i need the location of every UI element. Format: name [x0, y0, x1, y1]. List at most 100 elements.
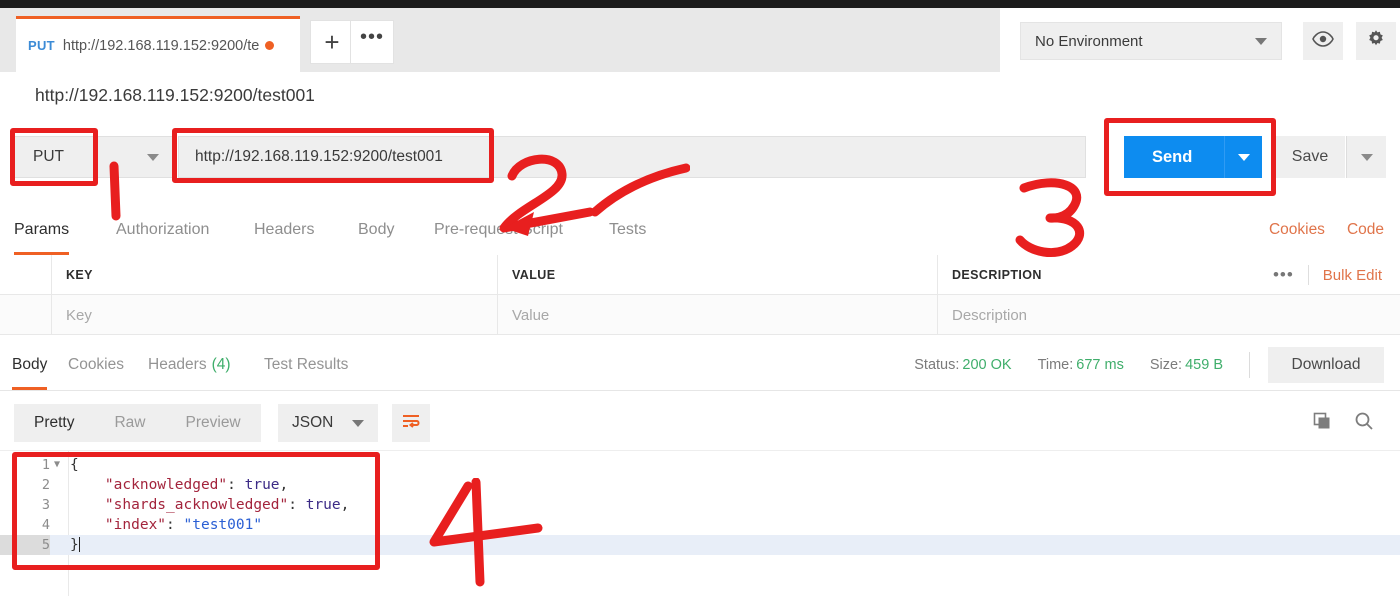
chevron-down-icon — [352, 419, 364, 427]
line-text: { — [70, 457, 79, 473]
word-wrap-button[interactable] — [392, 404, 430, 442]
environment-label: No Environment — [1035, 32, 1143, 50]
format-pretty[interactable]: Pretty — [14, 404, 94, 442]
response-tab-test-results[interactable]: Test Results — [264, 340, 348, 390]
params-header-row: KEY VALUE DESCRIPTION ••• Bulk Edit — [0, 255, 1400, 295]
line-text: "shards_acknowledged": true, — [104, 497, 350, 513]
params-more-button[interactable]: ••• — [1273, 265, 1309, 285]
response-format-toolbar: Pretty Raw Preview JSON — [0, 398, 1400, 450]
code-line: 1 ▼ { — [0, 455, 1400, 475]
format-raw[interactable]: Raw — [94, 404, 165, 442]
tab-pre-request-script[interactable]: Pre-request Script — [434, 205, 563, 255]
tab-url-label: http://192.168.119.152:9200/tes — [62, 37, 259, 54]
headers-count: (4) — [211, 356, 231, 373]
select-all-cell — [0, 255, 52, 295]
line-text: "index": "test001" — [104, 517, 263, 533]
send-label: Send — [1152, 147, 1193, 166]
cookies-link[interactable]: Cookies — [1269, 221, 1325, 239]
request-tab[interactable]: PUT http://192.168.119.152:9200/tes — [16, 16, 300, 72]
status-badge: Status: 200 OK — [914, 357, 1012, 373]
tab-body[interactable]: Body — [358, 205, 394, 255]
tab-params[interactable]: Params — [14, 205, 70, 255]
response-tabs: Body Cookies Headers (4) Test Results St… — [0, 340, 1400, 391]
send-button[interactable]: Send — [1124, 136, 1262, 178]
language-label: JSON — [292, 414, 334, 431]
environment-bar: No Environment — [1000, 8, 1400, 73]
response-code: 1 ▼ { 2 "acknowledged": true, 3 "shards_… — [0, 455, 1400, 555]
response-tools — [1312, 404, 1374, 442]
word-wrap-icon — [401, 413, 421, 434]
line-number: 1 — [41, 457, 50, 473]
gear-icon — [1366, 29, 1386, 54]
tab-authorization[interactable]: Authorization — [116, 205, 209, 255]
code-line: 3 "shards_acknowledged": true, — [0, 495, 1400, 515]
code-line: 2 "acknowledged": true, — [0, 475, 1400, 495]
settings-button[interactable] — [1356, 22, 1396, 60]
unsaved-changes-dot — [264, 41, 274, 50]
code-line: 4 "index": "test001" — [0, 515, 1400, 535]
environment-selector[interactable]: No Environment — [1020, 22, 1282, 60]
copy-icon — [1312, 411, 1332, 436]
method-dropdown[interactable]: PUT — [14, 136, 176, 178]
code-line: 5 } — [0, 535, 1400, 555]
response-tab-headers[interactable]: Headers (4) — [148, 340, 231, 390]
line-number: 5 — [0, 535, 50, 555]
request-section-tabs: Params Authorization Headers Body Pre-re… — [0, 205, 1400, 256]
fold-caret-icon[interactable]: ▼ — [54, 455, 60, 475]
request-tab-bar: PUT http://192.168.119.152:9200/tes + ••… — [0, 8, 1000, 73]
window-title-strip — [0, 0, 1400, 8]
params-input-row: Key Value Description — [0, 295, 1400, 335]
bulk-edit-link[interactable]: Bulk Edit — [1323, 267, 1382, 284]
column-header-description: DESCRIPTION ••• Bulk Edit — [938, 255, 1400, 295]
response-tab-body[interactable]: Body — [12, 340, 48, 390]
tab-headers[interactable]: Headers — [254, 205, 314, 255]
line-number: 2 — [41, 477, 50, 493]
request-title-bar: http://192.168.119.152:9200/test001 — [0, 72, 1400, 120]
save-button[interactable]: Save — [1275, 136, 1345, 178]
page-title: http://192.168.119.152:9200/test001 — [35, 85, 315, 105]
url-input[interactable]: http://192.168.119.152:9200/test001 — [178, 136, 1086, 178]
row-checkbox-cell[interactable] — [0, 295, 52, 335]
code-link[interactable]: Code — [1347, 221, 1384, 239]
new-tab-button[interactable]: + — [310, 20, 354, 64]
copy-button[interactable] — [1312, 411, 1332, 436]
chevron-down-icon — [147, 153, 159, 161]
request-links: Cookies Code — [1269, 205, 1384, 255]
params-table: KEY VALUE DESCRIPTION ••• Bulk Edit Key … — [0, 255, 1400, 335]
params-actions: ••• Bulk Edit — [1273, 255, 1400, 295]
postman-window: PUT http://192.168.119.152:9200/tes + ••… — [0, 0, 1400, 596]
line-text: "acknowledged": true, — [104, 477, 289, 493]
tab-tests[interactable]: Tests — [609, 205, 646, 255]
chevron-down-icon — [1255, 37, 1267, 45]
line-number: 4 — [41, 517, 50, 533]
response-meta: Status: 200 OK Time: 677 ms Size: 459 B Dow… — [914, 340, 1384, 390]
chevron-down-icon — [1237, 153, 1250, 161]
eye-icon — [1312, 30, 1334, 52]
format-preview[interactable]: Preview — [166, 404, 261, 442]
method-label: PUT — [33, 148, 64, 165]
url-row: PUT http://192.168.119.152:9200/test001 … — [0, 119, 1400, 205]
send-options-button[interactable] — [1224, 136, 1262, 178]
search-icon — [1354, 411, 1374, 436]
save-label: Save — [1291, 148, 1329, 165]
tab-options-button[interactable]: ••• — [350, 20, 394, 64]
search-button[interactable] — [1354, 411, 1374, 436]
url-value: http://192.168.119.152:9200/test001 — [195, 148, 443, 165]
environment-quick-look-button[interactable] — [1303, 22, 1343, 60]
download-button[interactable]: Download — [1268, 347, 1384, 383]
line-number: 3 — [41, 497, 50, 513]
time-badge: Time: 677 ms — [1037, 357, 1124, 373]
language-selector[interactable]: JSON — [278, 404, 378, 442]
save-options-button[interactable] — [1346, 136, 1386, 178]
response-body-editor[interactable]: 1 ▼ { 2 "acknowledged": true, 3 "shards_… — [0, 450, 1400, 596]
divider — [1249, 352, 1250, 378]
response-tab-cookies[interactable]: Cookies — [68, 340, 124, 390]
size-badge: Size: 459 B — [1149, 357, 1223, 373]
column-header-key: KEY — [52, 255, 498, 295]
format-segmented-control: Pretty Raw Preview — [14, 404, 261, 442]
param-description-input[interactable]: Description — [938, 295, 1400, 335]
param-value-input[interactable]: Value — [498, 295, 938, 335]
tab-method-label: PUT — [28, 38, 55, 53]
column-header-value: VALUE — [498, 255, 938, 295]
param-key-input[interactable]: Key — [52, 295, 498, 335]
